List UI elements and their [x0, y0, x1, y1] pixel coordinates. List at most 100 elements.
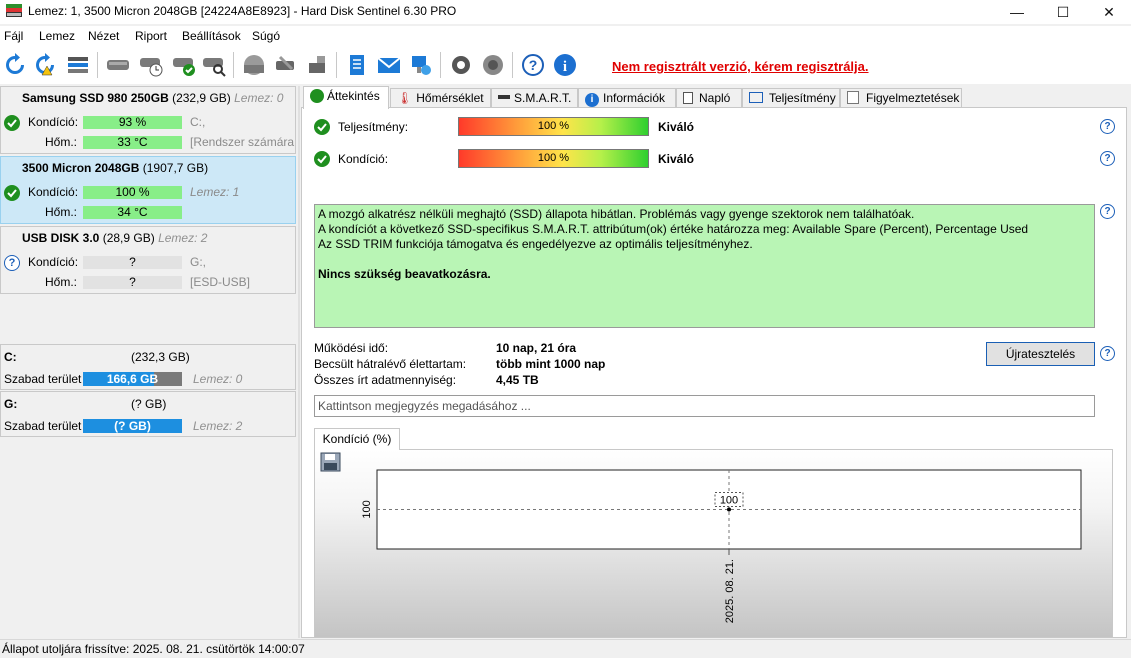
condition-bar: 93 % — [83, 116, 182, 129]
remaining-life-label: Becsült hátralévő élettartam: — [314, 357, 467, 371]
thermometer-icon: 🌡 — [397, 91, 413, 105]
menu-report[interactable]: Riport — [135, 29, 167, 43]
menu-view[interactable]: Nézet — [88, 29, 119, 43]
total-written-label: Összes írt adatmennyiség: — [314, 373, 457, 387]
temperature-bar: ? — [83, 276, 182, 289]
partition-card-g[interactable]: G: (? GB) Szabad terület (? GB) Lemez: 2 — [0, 391, 296, 437]
refresh-all-icon[interactable] — [33, 53, 57, 77]
partition-size: (232,3 GB) — [131, 350, 190, 364]
status-bar: Állapot utoljára frissítve: 2025. 08. 21… — [0, 639, 1131, 658]
free-space-value: (? GB) — [114, 419, 151, 433]
retest-button[interactable]: Újratesztelés — [986, 342, 1095, 366]
disk-size: (232,9 GB) — [172, 91, 231, 105]
condition-chart: 100 100 2025. 08. 21. — [314, 449, 1113, 638]
partition-disk-number: Lemez: 2 — [193, 419, 243, 433]
tab-alerts[interactable]: Figyelmeztetések — [840, 88, 962, 108]
partition-letter: G: — [4, 397, 18, 411]
disk-tools-icon[interactable] — [274, 53, 298, 77]
menu-settings[interactable]: Beállítások — [182, 29, 241, 43]
disk-icon[interactable] — [106, 53, 130, 77]
toolbar: ? i Nem regisztrált verzió, kérem regisz… — [0, 46, 1131, 84]
chart-tab-condition[interactable]: Kondíció (%) — [314, 428, 400, 450]
help-icon[interactable]: ? — [1100, 346, 1115, 361]
free-space-label: Szabad terület — [4, 372, 82, 386]
condition-label: Kondíció: — [28, 255, 79, 269]
status-ok-icon — [4, 185, 20, 201]
tab-overview[interactable]: Áttekintés — [303, 86, 389, 109]
x-tick-label: 2025. 08. 21. — [724, 559, 736, 623]
close-button[interactable]: ✕ — [1086, 0, 1131, 24]
info-icon[interactable]: i — [553, 53, 577, 77]
partition-card-c[interactable]: C: (232,3 GB) Szabad terület 166,6 GB Le… — [0, 344, 296, 390]
menu-disk[interactable]: Lemez — [39, 29, 75, 43]
summary-line: A mozgó alkatrész nélküli meghajtó (SSD)… — [318, 207, 915, 221]
uptime-value: 10 nap, 21 óra — [496, 341, 577, 355]
disk-number: Lemez: 2 — [158, 231, 208, 245]
tab-label: Információk — [603, 91, 666, 105]
tab-smart[interactable]: S.M.A.R.T. — [491, 88, 578, 108]
summary-line: A kondíciót a következő SSD-specifikus S… — [318, 222, 1029, 236]
tab-bar: Áttekintés 🌡 Hőmérséklet S.M.A.R.T. i Info… — [301, 86, 1127, 109]
tab-performance[interactable]: Teljesítmény — [742, 88, 840, 108]
network-icon[interactable] — [409, 53, 433, 77]
disk-grey-icon[interactable] — [242, 53, 266, 77]
tab-label: Figyelmeztetések — [866, 91, 960, 105]
help-icon[interactable]: ? — [1100, 151, 1115, 166]
disk-check-icon[interactable] — [172, 53, 196, 77]
disk-card-samsung[interactable]: Samsung SSD 980 250GB (232,9 GB) Lemez: … — [0, 86, 296, 154]
disk-size: (1907,7 GB) — [142, 161, 209, 175]
disk-list-icon[interactable] — [66, 53, 90, 77]
menu-file[interactable]: Fájl — [4, 29, 23, 43]
note-input[interactable]: Kattintson megjegyzés megadásához ... — [314, 395, 1095, 417]
temperature-label: Hőm.: — [45, 275, 78, 289]
notepad-icon[interactable] — [345, 53, 369, 77]
help-icon[interactable]: ? — [1100, 119, 1115, 134]
help-icon[interactable]: ? — [1100, 204, 1115, 219]
condition-label: Kondíció: — [28, 115, 79, 129]
free-space-value: 166,6 GB — [106, 372, 159, 386]
details-panel: Áttekintés 🌡 Hőmérséklet S.M.A.R.T. i Info… — [301, 86, 1127, 638]
disk-card-micron[interactable]: 3500 Micron 2048GB (1907,7 GB) Kondíció:… — [0, 156, 296, 224]
maximize-button[interactable]: ☐ — [1040, 0, 1086, 24]
disk-size: (28,9 GB) — [102, 231, 155, 245]
tab-label: Napló — [699, 91, 731, 105]
window-title: Lemez: 1, 3500 Micron 2048GB [24224A8E89… — [28, 4, 457, 18]
disk-volume-label: [ESD-USB] — [190, 275, 251, 289]
condition-bar: ? — [83, 256, 182, 269]
disk-schedule-icon[interactable] — [139, 53, 163, 77]
partition-disk-number: Lemez: 0 — [193, 372, 243, 386]
data-label: 100 — [720, 495, 738, 507]
refresh-icon[interactable] — [3, 53, 27, 77]
speaker-icon[interactable] — [481, 53, 505, 77]
settings-icon[interactable] — [449, 53, 473, 77]
disk-title: USB DISK 3.0 (28,9 GB) Lemez: 2 — [22, 231, 207, 245]
free-space-bar: (? GB) — [83, 419, 182, 433]
disk-card-usb[interactable]: USB DISK 3.0 (28,9 GB) Lemez: 2 ? Kondíc… — [0, 226, 296, 294]
data-point — [727, 507, 731, 512]
registration-warning-link[interactable]: Nem regisztrált verzió, kérem regisztrál… — [612, 59, 869, 74]
tab-label: Áttekintés — [327, 89, 380, 103]
disk-partitions: G:, — [190, 255, 207, 269]
performance-rating: Kiváló — [658, 120, 695, 134]
tab-label: Teljesítmény — [769, 91, 836, 105]
menu-help[interactable]: Súgó — [252, 29, 280, 43]
status-ok-icon — [314, 151, 330, 167]
svg-text:?: ? — [529, 57, 538, 73]
status-unknown-icon: ? — [4, 255, 20, 271]
help-icon[interactable]: ? — [521, 53, 545, 77]
mail-icon[interactable] — [377, 53, 401, 77]
title-bar: Lemez: 1, 3500 Micron 2048GB [24224A8E89… — [0, 0, 1131, 24]
disk-usb-icon[interactable] — [305, 53, 329, 77]
app-window: Lemez: 1, 3500 Micron 2048GB [24224A8E89… — [0, 0, 1131, 658]
disk-search-icon[interactable] — [202, 53, 226, 77]
tab-information[interactable]: i Információk — [578, 88, 676, 108]
tab-log[interactable]: Napló — [676, 88, 742, 108]
toolbar-separator — [97, 52, 98, 78]
tab-temperature[interactable]: 🌡 Hőmérséklet — [390, 88, 491, 108]
overview-tab-content: Teljesítmény: 100 % Kiváló ? Kondíció: 1… — [301, 107, 1127, 638]
minimize-button[interactable]: — — [994, 0, 1040, 24]
toolbar-separator — [233, 52, 234, 78]
panel-splitter[interactable] — [298, 86, 300, 638]
svg-text:i: i — [563, 59, 567, 75]
save-chart-icon[interactable] — [320, 452, 341, 472]
